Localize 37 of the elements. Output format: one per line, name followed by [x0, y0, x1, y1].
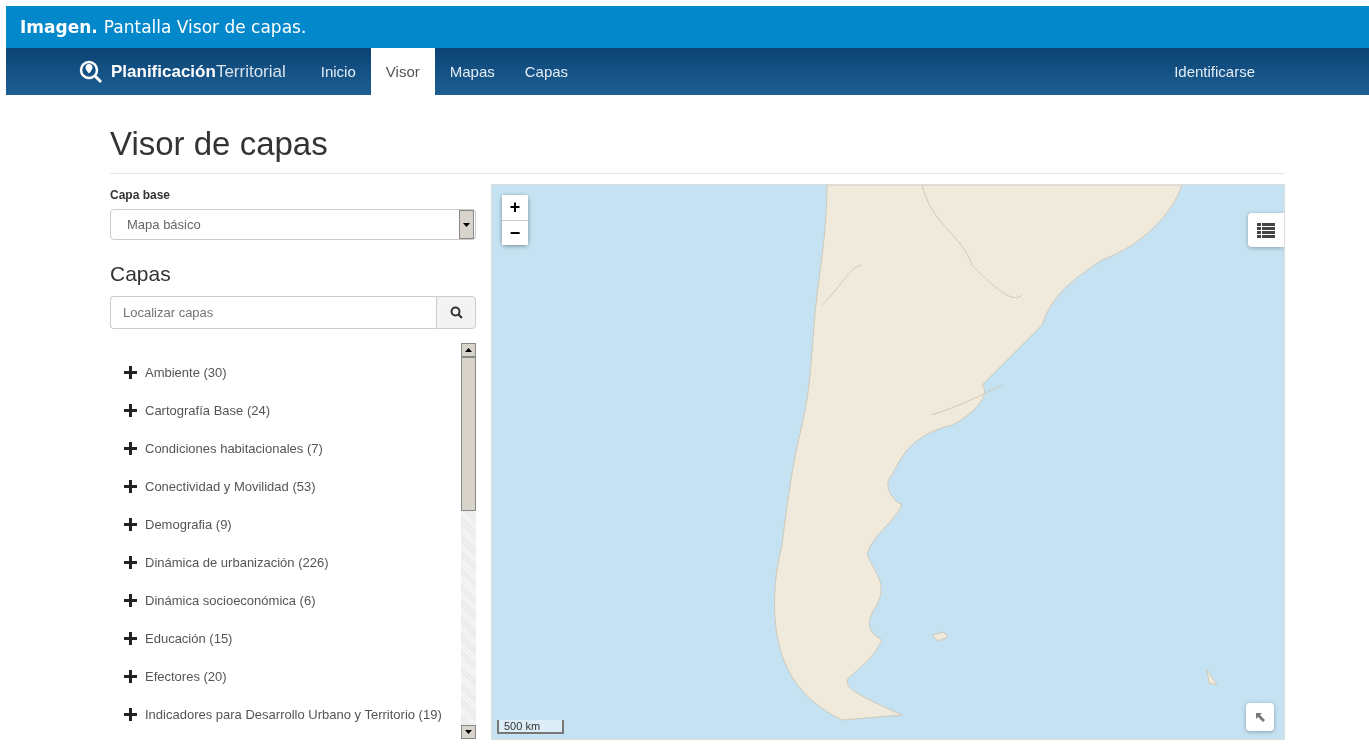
arrow-icon — [1255, 712, 1265, 722]
brand-logo-text[interactable]: PlanificaciónTerritorial — [111, 61, 286, 82]
layer-group-item[interactable]: Efectores (20) — [124, 657, 461, 695]
caret-icon — [463, 222, 470, 227]
list-icon — [1257, 222, 1275, 238]
nav-tab[interactable]: Mapas — [434, 48, 510, 95]
layer-group-item[interactable]: Conectividad y Movilidad (53) — [124, 467, 461, 505]
zoom-out-button[interactable]: − — [502, 220, 528, 245]
layer-group-item[interactable]: Dinámica de urbanización (226) — [124, 543, 461, 581]
base-layer-select[interactable]: Mapa básico — [110, 209, 476, 240]
layer-group-item[interactable]: Educación (15) — [124, 619, 461, 657]
scroll-up-arrow-icon[interactable] — [465, 348, 472, 352]
nav-tab[interactable]: Inicio — [305, 48, 371, 95]
layer-group-item[interactable]: Ambiente (30) — [124, 353, 461, 391]
layer-group-item[interactable]: Demografia (9) — [124, 505, 461, 543]
caption-text: Imagen. Pantalla Visor de capas. — [20, 17, 307, 37]
field-label: Capa base — [110, 188, 172, 202]
scale-bar: 500 km — [497, 720, 565, 734]
layer-group-item[interactable]: Condiciones habitacionales (7) — [124, 429, 461, 467]
layer-group-item[interactable]: Indicadores para Desarrollo Urbano y Territorio (19) — [124, 695, 461, 733]
search-button[interactable] — [436, 296, 476, 329]
scrollbar[interactable] — [461, 343, 476, 739]
extent-button[interactable] — [1246, 703, 1274, 731]
login-link[interactable]: Identificarse — [1174, 48, 1255, 95]
nav-tab[interactable]: Capas — [509, 48, 584, 95]
page-title: Visor de capas — [110, 95, 1285, 174]
layer-group-item[interactable]: Cartografía Base (24) — [124, 391, 461, 429]
scroll-down-arrow-icon[interactable] — [465, 730, 472, 734]
section-heading: Capas — [110, 262, 172, 286]
map-pin-search-icon — [79, 59, 103, 84]
search-icon — [449, 306, 463, 319]
nav-tab[interactable]: Visor — [370, 48, 435, 95]
layer-search-field[interactable]: Localizar capas — [110, 296, 436, 329]
map-view[interactable]: + − 500 km — [491, 184, 1285, 740]
layer-list-button[interactable] — [1248, 213, 1284, 247]
zoom-in-button[interactable]: + — [502, 195, 528, 220]
layer-group-item[interactable]: Dinámica socioeconómica (6) — [124, 581, 461, 619]
